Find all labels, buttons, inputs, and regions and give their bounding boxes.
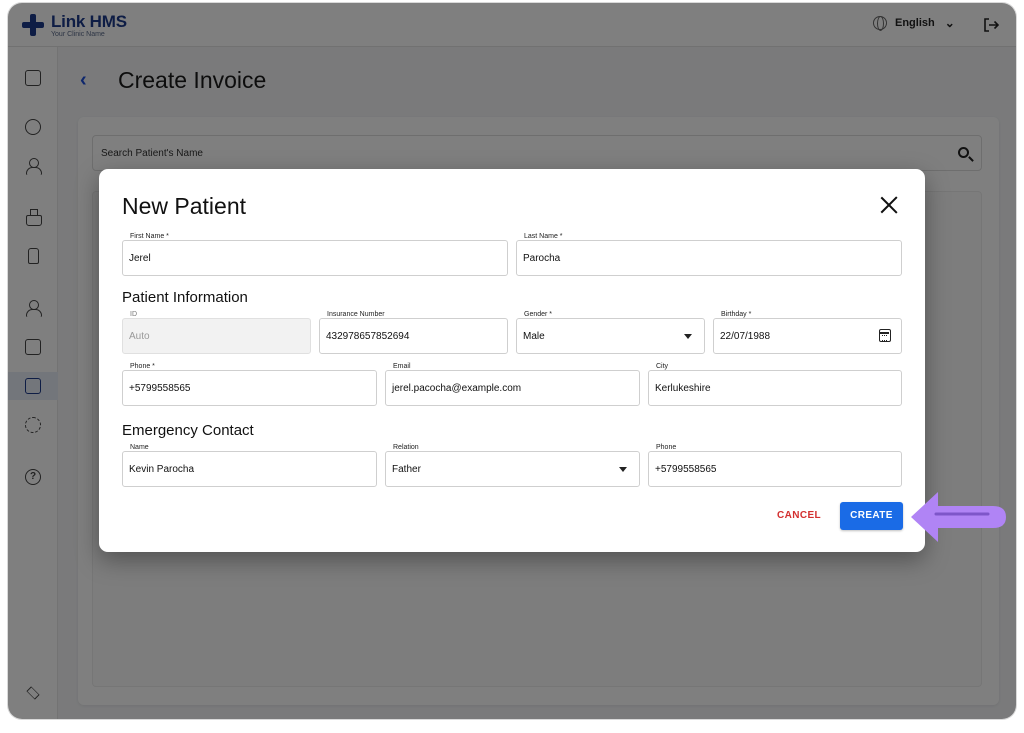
patient-information-heading: Patient Information	[122, 289, 248, 306]
gender-label: Gender *	[522, 311, 555, 318]
id-value: Auto	[129, 331, 150, 342]
close-icon[interactable]	[879, 195, 899, 215]
last-name-value: Parocha	[523, 253, 561, 264]
gender-value: Male	[523, 331, 545, 342]
email-value: jerel.pacocha@example.com	[392, 383, 522, 394]
dialog-title: New Patient	[122, 193, 247, 219]
emergency-phone-label: Phone	[654, 444, 679, 451]
calendar-icon[interactable]	[879, 329, 891, 342]
emergency-name-label: Name	[128, 444, 151, 451]
emergency-contact-heading: Emergency Contact	[122, 422, 254, 439]
insurance-number-value: 432978657852694	[326, 331, 410, 342]
pointer-arrow-icon	[911, 492, 1006, 542]
phone-label: Phone *	[128, 363, 157, 370]
dropdown-arrow-icon	[619, 467, 627, 472]
emergency-name-field[interactable]: Name Kevin Parocha	[122, 444, 377, 487]
phone-value: +5799558565	[129, 383, 191, 394]
last-name-field[interactable]: Last Name * Parocha	[516, 233, 902, 276]
last-name-label: Last Name *	[522, 233, 565, 240]
emergency-phone-field[interactable]: Phone +5799558565	[648, 444, 902, 487]
insurance-number-field[interactable]: Insurance Number 432978657852694	[319, 311, 508, 354]
city-field[interactable]: City Kerlukeshire	[648, 363, 902, 406]
emergency-name-value: Kevin Parocha	[129, 464, 195, 475]
id-field: ID Auto	[122, 311, 311, 354]
email-label: Email	[391, 363, 413, 370]
insurance-number-label: Insurance Number	[325, 311, 387, 318]
relation-select[interactable]: Relation Father	[385, 444, 640, 487]
email-field[interactable]: Email jerel.pacocha@example.com	[385, 363, 640, 406]
create-button[interactable]: CREATE	[840, 502, 903, 530]
birthday-field[interactable]: Birthday * 22/07/1988	[713, 311, 902, 354]
relation-value: Father	[392, 464, 421, 475]
first-name-field[interactable]: First Name * Jerel	[122, 233, 508, 276]
gender-select[interactable]: Gender * Male	[516, 311, 705, 354]
city-label: City	[654, 363, 671, 370]
new-patient-dialog: New Patient First Name * Jerel Last Name…	[99, 169, 925, 552]
dropdown-arrow-icon	[684, 334, 692, 339]
birthday-label: Birthday *	[719, 311, 754, 318]
city-value: Kerlukeshire	[655, 383, 711, 394]
birthday-value: 22/07/1988	[720, 331, 771, 342]
phone-field[interactable]: Phone * +5799558565	[122, 363, 377, 406]
first-name-value: Jerel	[129, 253, 151, 264]
emergency-phone-value: +5799558565	[655, 464, 717, 475]
cancel-button[interactable]: CANCEL	[768, 503, 830, 529]
relation-label: Relation	[391, 444, 421, 451]
id-label: ID	[130, 311, 137, 318]
first-name-label: First Name *	[128, 233, 171, 240]
